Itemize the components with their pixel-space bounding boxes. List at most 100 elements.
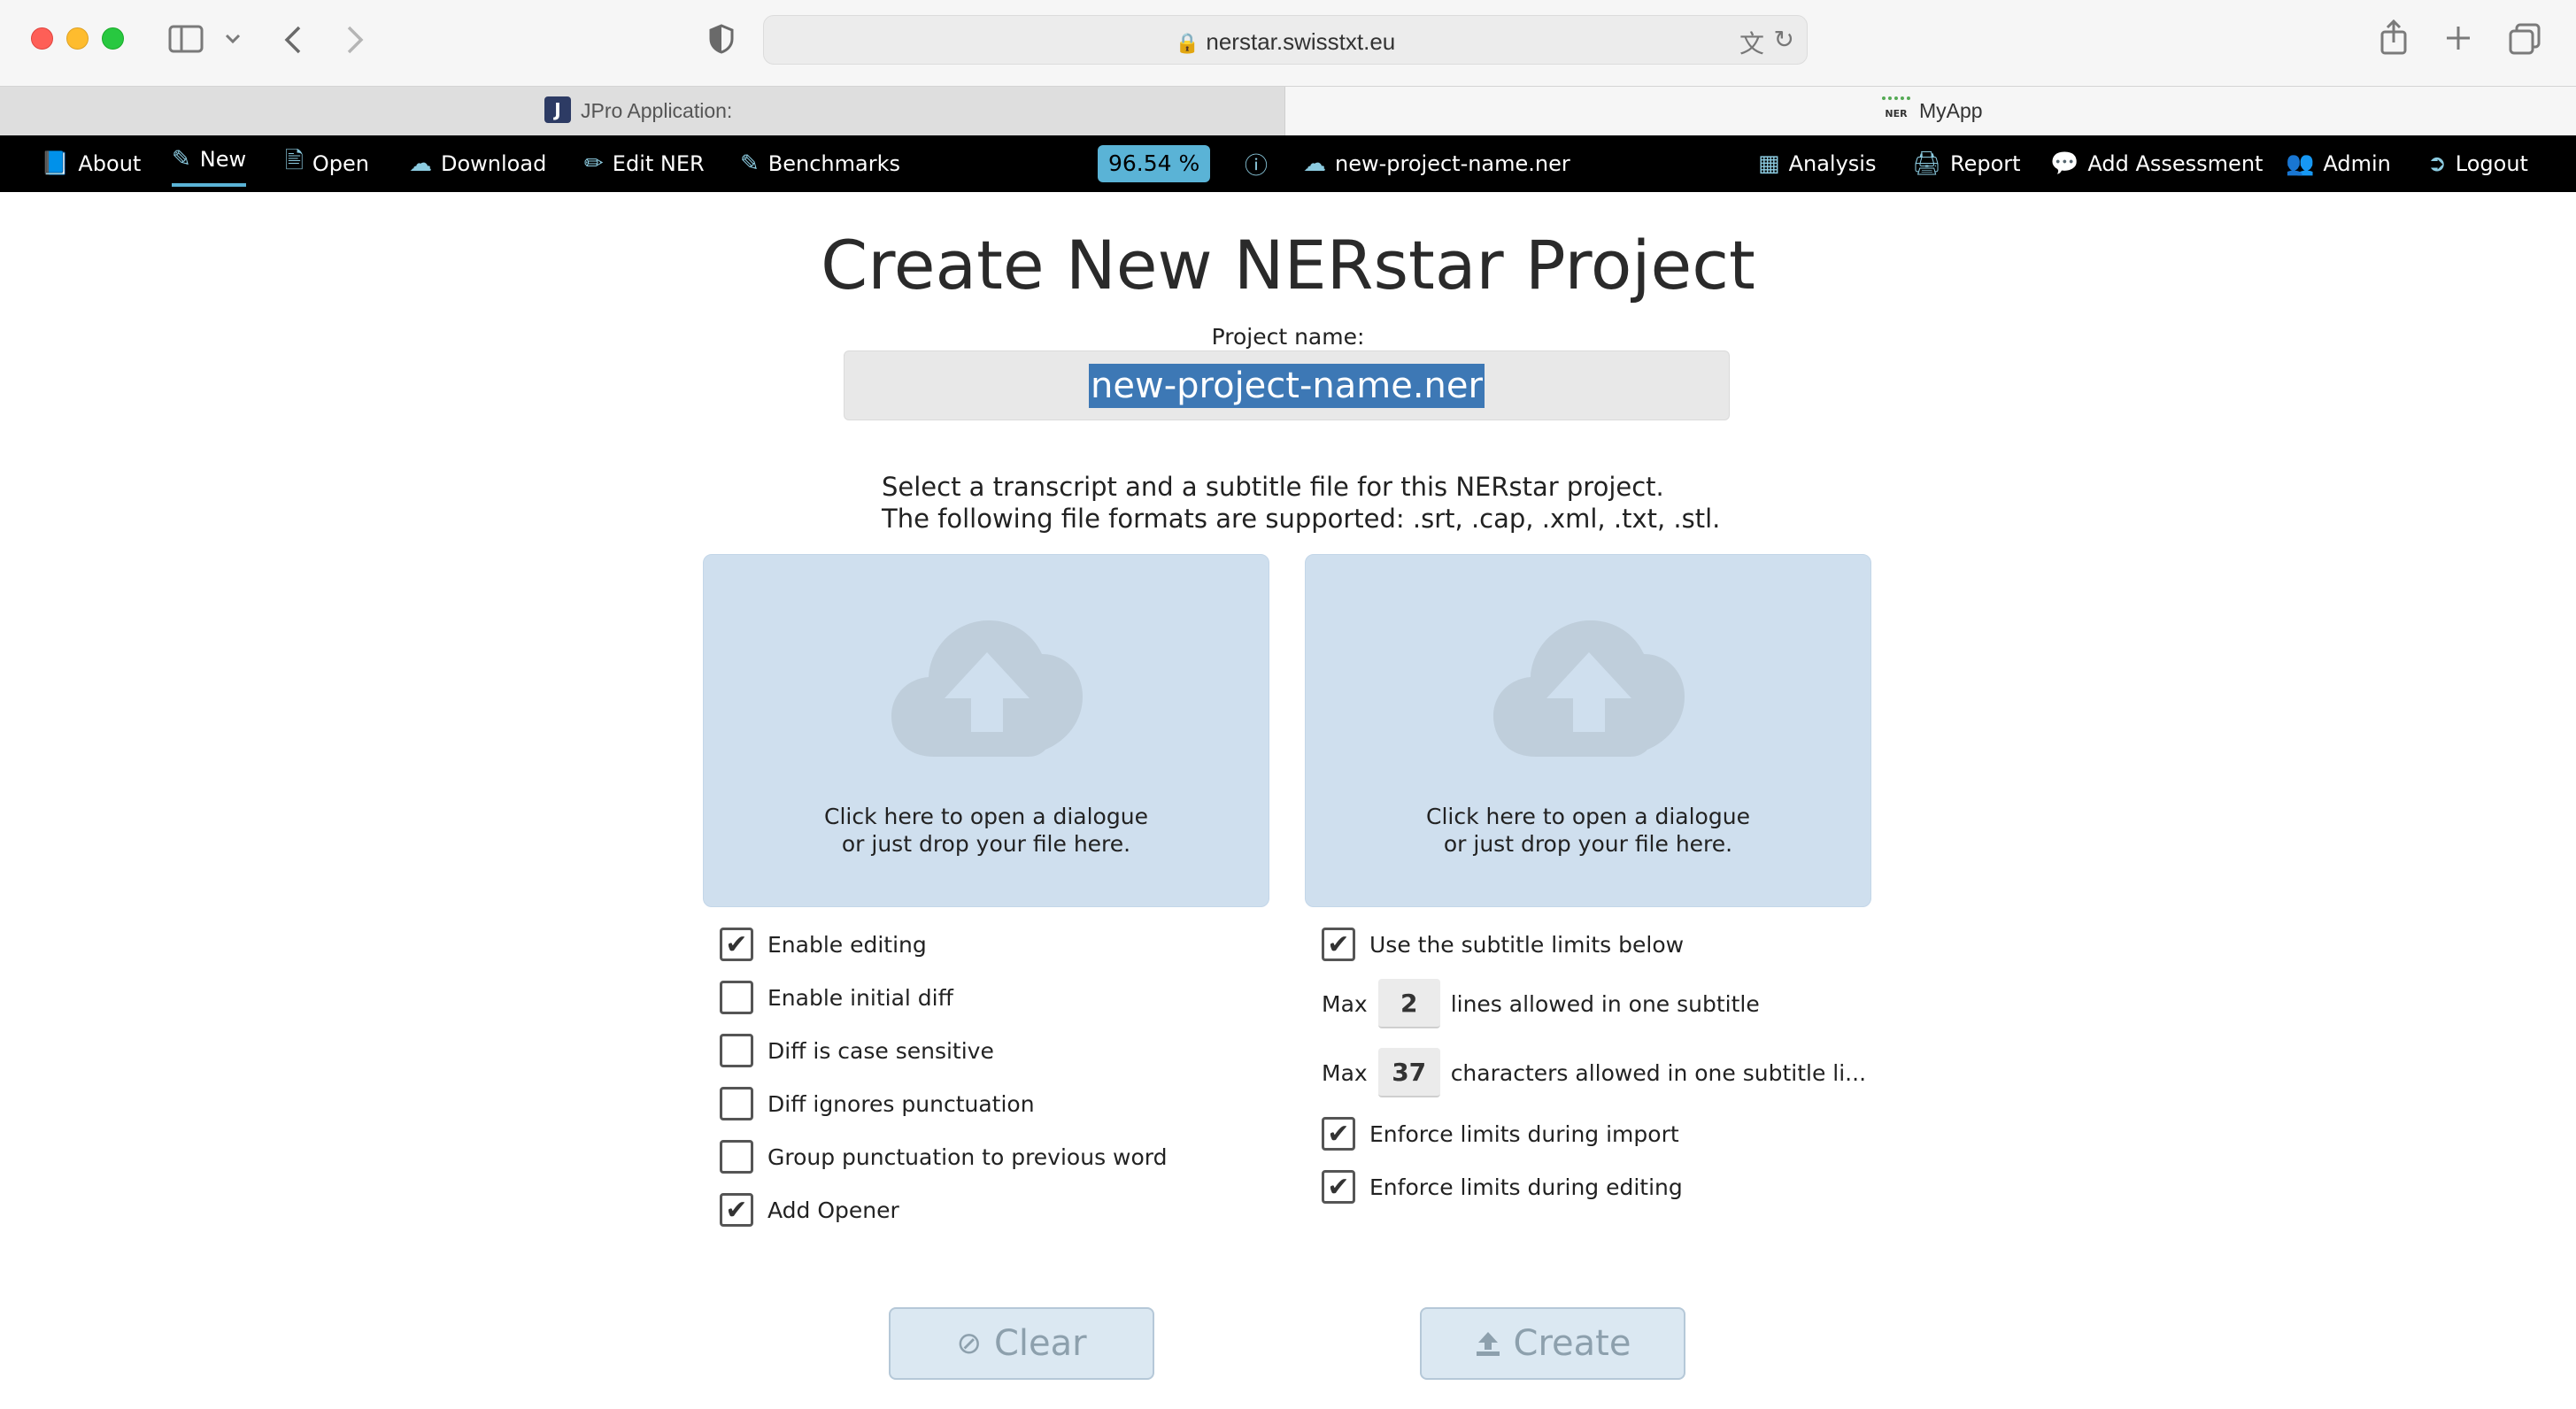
max-chars-input[interactable]: 37 <box>1377 1048 1440 1097</box>
clear-button-label: Clear <box>993 1323 1087 1364</box>
option-label: Enable editing <box>767 931 927 958</box>
nav-label: Admin <box>2323 151 2391 176</box>
use-subtitle-limits-checkbox[interactable]: ✔ <box>1322 928 1355 961</box>
option-label: Use the subtitle limits below <box>1369 931 1685 958</box>
nav-report[interactable]: 🖨 Report <box>1912 135 2021 192</box>
zoom-window-button[interactable] <box>102 27 124 50</box>
tab-overview-icon[interactable] <box>2509 23 2541 55</box>
max-label: Max <box>1322 1059 1368 1086</box>
nav-admin[interactable]: 👥 Admin <box>2286 135 2391 192</box>
jpro-favicon-icon: J <box>544 96 571 123</box>
nav-logout[interactable]: ➲ Logout <box>2427 135 2528 192</box>
nav-label: Logout <box>2455 151 2528 176</box>
option-label: Add Opener <box>767 1197 899 1223</box>
drop-text-line-1: Click here to open a dialogue <box>824 804 1148 829</box>
logout-icon: ➲ <box>2427 150 2447 177</box>
back-icon[interactable] <box>283 25 303 55</box>
option-enable-editing[interactable]: ✔ Enable editing <box>720 928 927 961</box>
max-lines-input[interactable]: 2 <box>1377 979 1440 1028</box>
nav-benchmarks[interactable]: ✎ Benchmarks <box>740 135 900 192</box>
browser-toolbar: 🔒 nerstar.swisstxt.eu 文 ↻ <box>0 0 2576 86</box>
info-icon[interactable]: ⓘ <box>1245 135 1268 192</box>
project-file-name: new-project-name.ner <box>1335 151 1570 176</box>
nav-label: Benchmarks <box>767 151 900 176</box>
book-icon: 📘 <box>41 150 70 177</box>
subtitle-drop-zone[interactable]: Click here to open a dialogue or just dr… <box>1305 554 1871 907</box>
share-icon[interactable] <box>2379 19 2408 55</box>
nav-label: New <box>199 147 247 172</box>
cloud-upload-icon <box>891 620 1083 757</box>
file-icon: 🖹 <box>285 148 304 174</box>
cloud-download-icon: ☁ <box>409 150 432 177</box>
privacy-shield-icon[interactable] <box>708 24 735 54</box>
minimize-window-button[interactable] <box>66 27 89 50</box>
nav-label: Open <box>312 151 370 176</box>
instructions: Select a transcript and a subtitle file … <box>882 471 1720 535</box>
enforce-import-checkbox[interactable]: ✔ <box>1322 1117 1355 1151</box>
nav-edit-ner[interactable]: ✏ Edit NER <box>584 135 705 192</box>
option-group-punctuation[interactable]: Group punctuation to previous word <box>720 1140 1168 1174</box>
option-label: Enforce limits during import <box>1369 1120 1679 1147</box>
option-label: Diff is case sensitive <box>767 1037 994 1064</box>
add-opener-checkbox[interactable]: ✔ <box>720 1193 753 1227</box>
ner-favicon-icon: NER <box>1882 96 1910 125</box>
edit-square-icon: ✎ <box>740 150 760 177</box>
option-diff-case-sensitive[interactable]: Diff is case sensitive <box>720 1034 994 1067</box>
option-label: Enforce limits during editing <box>1369 1174 1683 1200</box>
option-diff-ignores-punctuation[interactable]: Diff ignores punctuation <box>720 1087 1035 1120</box>
nav-label: Add Assessment <box>2087 151 2264 176</box>
max-lines-suffix: lines allowed in one subtitle <box>1450 990 1760 1017</box>
max-chars-row: Max 37 characters allowed in one subtitl… <box>1322 1048 1866 1097</box>
option-enable-initial-diff[interactable]: Enable initial diff <box>720 981 953 1014</box>
pencil-icon: ✏ <box>584 150 604 177</box>
ban-icon: ⊘ <box>956 1326 982 1361</box>
nav-label: Download <box>441 151 547 176</box>
chevron-down-icon[interactable] <box>225 34 241 44</box>
address-bar-url: 🔒 nerstar.swisstxt.eu <box>764 28 1807 56</box>
drop-text-line-1: Click here to open a dialogue <box>1426 804 1750 829</box>
browser-tab-myapp[interactable]: NER MyApp <box>1285 87 2576 136</box>
option-label: Diff ignores punctuation <box>767 1090 1035 1117</box>
max-label: Max <box>1322 990 1368 1017</box>
lock-icon: 🔒 <box>1175 32 1200 54</box>
url-text: nerstar.swisstxt.eu <box>1206 28 1396 55</box>
reload-icon[interactable]: ↻ <box>1774 25 1794 54</box>
transcript-drop-zone[interactable]: Click here to open a dialogue or just dr… <box>703 554 1269 907</box>
upload-icon <box>1476 1332 1500 1356</box>
option-use-subtitle-limits[interactable]: ✔ Use the subtitle limits below <box>1322 928 1684 961</box>
option-enforce-import[interactable]: ✔ Enforce limits during import <box>1322 1117 1679 1151</box>
option-enforce-editing[interactable]: ✔ Enforce limits during editing <box>1322 1170 1683 1204</box>
enable-initial-diff-checkbox[interactable] <box>720 981 753 1014</box>
nav-add-assessment[interactable]: 💬 Add Assessment <box>2050 135 2263 192</box>
nav-analysis[interactable]: ▦ Analysis <box>1758 135 1876 192</box>
nav-download[interactable]: ☁ Download <box>409 135 546 192</box>
address-bar[interactable]: 🔒 nerstar.swisstxt.eu 文 ↻ <box>763 15 1808 65</box>
project-name-input[interactable]: new-project-name.ner <box>844 350 1730 420</box>
forward-icon[interactable] <box>345 25 365 55</box>
new-tab-icon[interactable] <box>2445 25 2472 51</box>
nav-about[interactable]: 📘 About <box>41 135 141 192</box>
cloud-icon: ☁ <box>1303 150 1326 177</box>
nav-open[interactable]: 🖹 Open <box>285 135 369 192</box>
option-add-opener[interactable]: ✔ Add Opener <box>720 1193 899 1227</box>
group-punctuation-checkbox[interactable] <box>720 1140 753 1174</box>
current-project-file: ☁ new-project-name.ner <box>1303 135 1570 192</box>
clear-button[interactable]: ⊘ Clear <box>889 1307 1154 1380</box>
sidebar-icon[interactable] <box>168 25 204 53</box>
drop-text-line-2: or just drop your file here. <box>1443 831 1733 857</box>
nav-new[interactable]: ✎ New <box>172 135 247 187</box>
comment-icon: 💬 <box>2050 150 2079 177</box>
project-name-label: Project name: <box>1211 324 1365 350</box>
close-window-button[interactable] <box>31 27 53 50</box>
create-button-label: Create <box>1513 1323 1631 1364</box>
project-name-value: new-project-name.ner <box>1089 363 1485 408</box>
browser-tab-jpro[interactable]: J JPro Application: <box>0 87 1285 136</box>
diff-ignores-punctuation-checkbox[interactable] <box>720 1087 753 1120</box>
max-chars-suffix: characters allowed in one subtitle li... <box>1450 1059 1867 1086</box>
translate-icon[interactable]: 文 <box>1739 25 1764 60</box>
create-button[interactable]: Create <box>1420 1307 1685 1380</box>
diff-case-sensitive-checkbox[interactable] <box>720 1034 753 1067</box>
drop-text-line-2: or just drop your file here. <box>841 831 1131 857</box>
enforce-editing-checkbox[interactable]: ✔ <box>1322 1170 1355 1204</box>
enable-editing-checkbox[interactable]: ✔ <box>720 928 753 961</box>
